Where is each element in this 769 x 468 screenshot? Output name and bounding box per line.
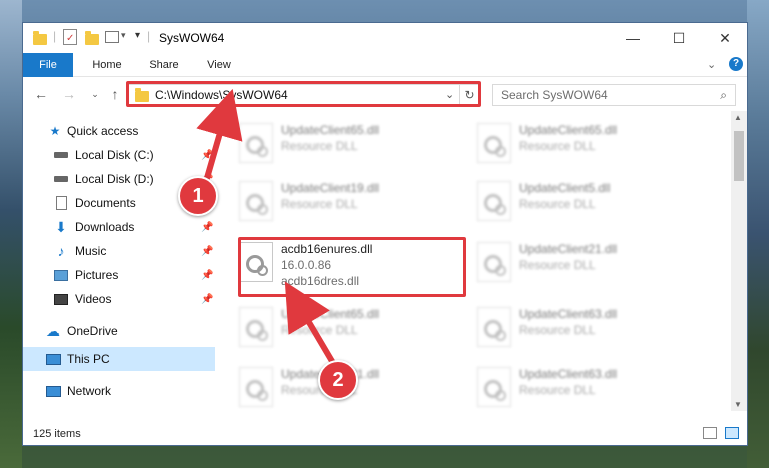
annotation-arrows (196, 88, 339, 371)
arrow-2 (284, 281, 339, 371)
step-badge-1: 1 (178, 176, 218, 216)
step-badge-2: 2 (318, 360, 358, 400)
arrow-1 (196, 88, 243, 188)
